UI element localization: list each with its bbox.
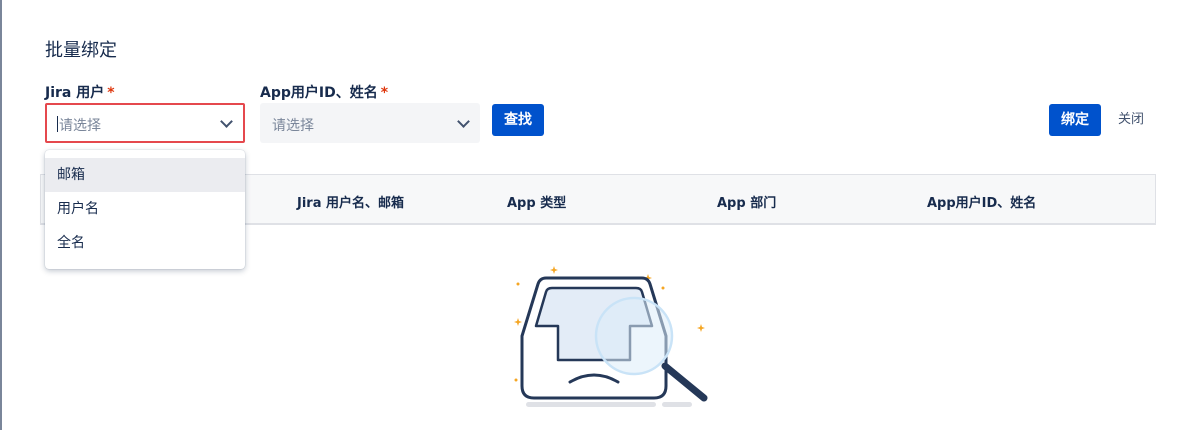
required-mark: * [380,85,389,101]
dialog-title: 批量绑定 [45,40,117,61]
jira-user-label: Jira 用户 * [45,82,115,102]
column-header-app-department[interactable]: App 部门 [717,192,776,211]
app-user-select-placeholder: 请选择 [272,118,314,134]
dropdown-option-fullname[interactable]: 全名 [45,226,245,260]
magnifier-handle [661,362,708,402]
close-button[interactable]: 关闭 [1109,104,1153,136]
chevron-down-icon[interactable] [220,115,233,128]
jira-user-select[interactable]: 请选择 [45,103,245,143]
jira-user-select-placeholder: 请选择 [59,118,101,134]
required-mark: * [107,85,115,101]
dropdown-option-email[interactable]: 邮箱 [45,158,245,192]
jira-user-label-text: Jira 用户 [45,85,105,101]
column-header-jira-user[interactable]: Jira 用户名、邮箱 [297,192,404,211]
column-header-app-type[interactable]: App 类型 [507,192,566,211]
chevron-down-icon[interactable] [457,115,470,128]
bind-button[interactable]: 绑定 [1049,104,1101,136]
text-cursor [57,116,58,132]
empty-state-illustration [514,266,708,407]
app-user-label: App用户ID、姓名 * [260,82,388,102]
column-header-app-user[interactable]: App用户ID、姓名 [927,192,1036,211]
app-user-label-text: App用户ID、姓名 [260,85,378,101]
jira-user-dropdown-menu: 邮箱 用户名 全名 [45,150,245,269]
magnifier-lens [594,296,674,376]
dropdown-option-username[interactable]: 用户名 [45,192,245,226]
app-user-select[interactable]: 请选择 [260,103,480,143]
search-button[interactable]: 查找 [492,104,544,136]
window-left-edge [0,0,2,430]
